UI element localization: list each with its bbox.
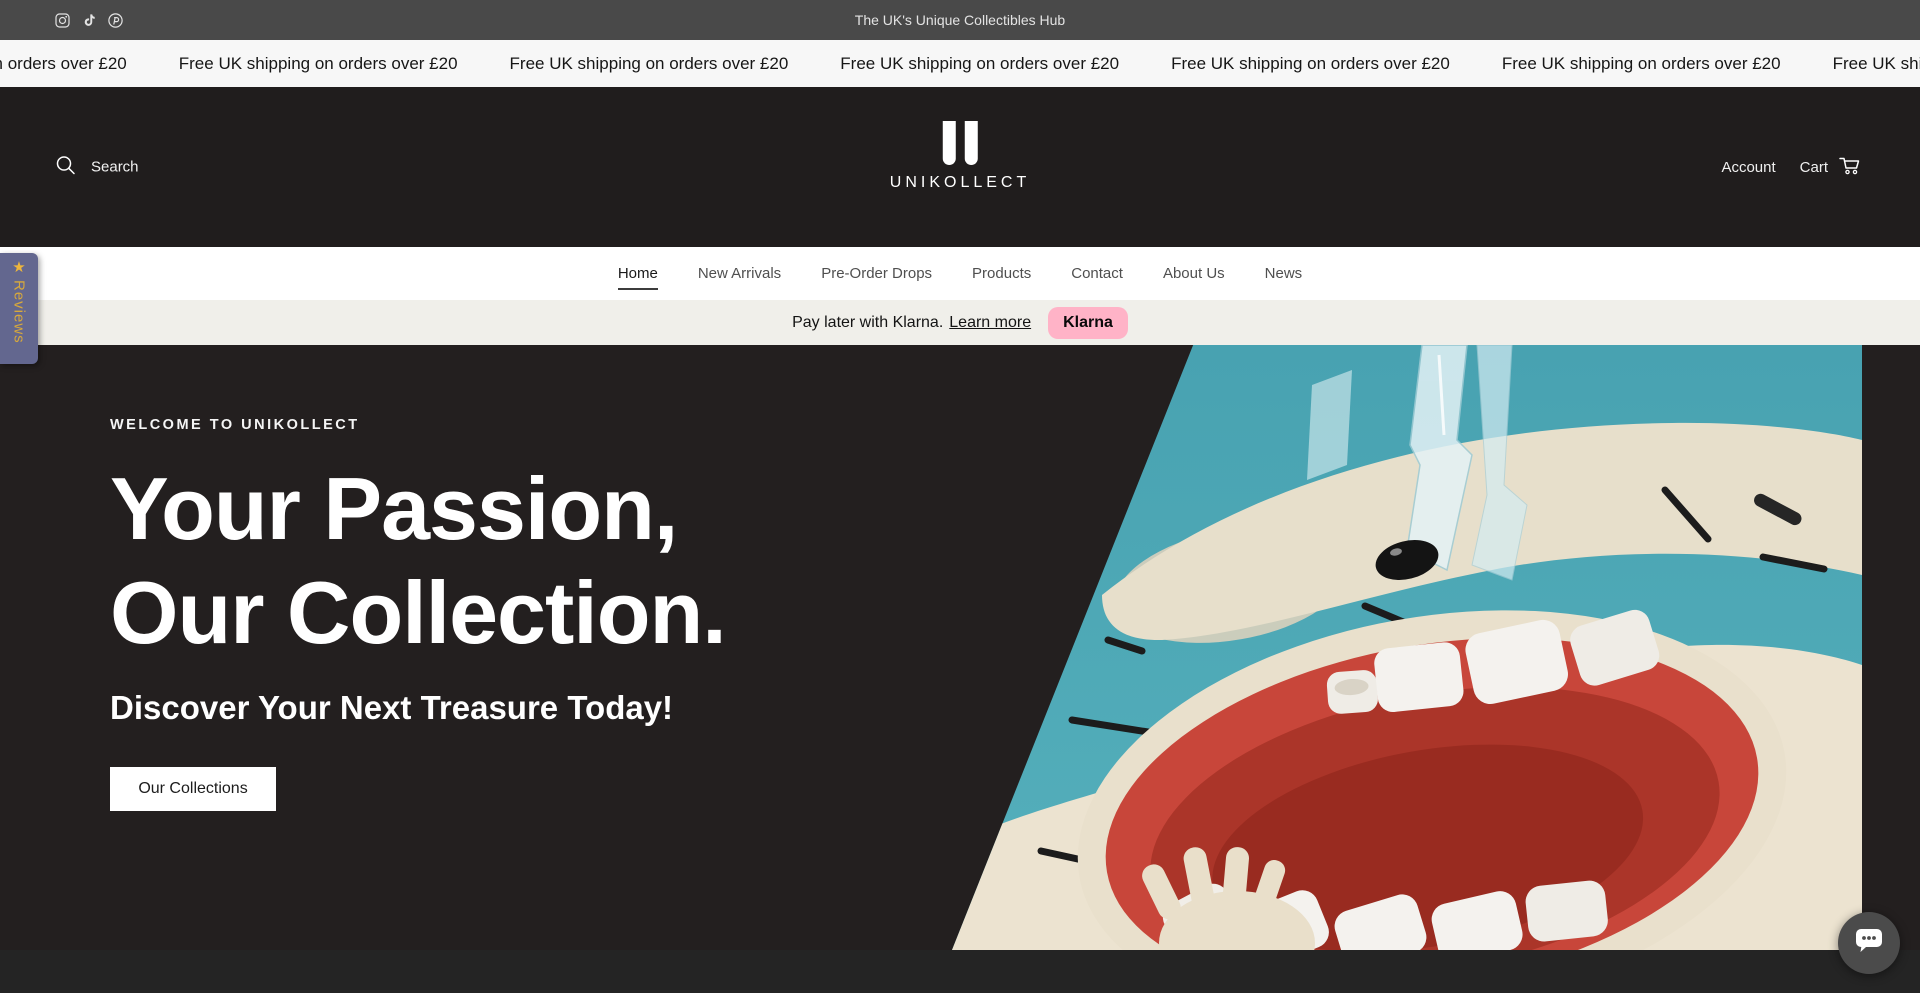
announcement-text: The UK's Unique Collectibles Hub (855, 12, 1065, 28)
instagram-icon[interactable] (55, 13, 70, 28)
announcement-bar: The UK's Unique Collectibles Hub (0, 0, 1920, 40)
collectible-toy-illustration (952, 345, 1862, 950)
primary-nav: Home New Arrivals Pre-Order Drops Produc… (0, 247, 1920, 300)
main-header: Search UNIKOLLECT Account Cart (0, 87, 1920, 247)
cart-label: Cart (1800, 159, 1828, 176)
nav-item-about-us[interactable]: About Us (1163, 247, 1225, 300)
chat-bubble-icon (1853, 926, 1885, 961)
cart-icon (1838, 154, 1862, 180)
marquee-item: Free UK shipping on orders over £20 (840, 54, 1171, 74)
chat-widget-button[interactable] (1838, 912, 1900, 974)
marquee-item: Free UK shipping on orders over £20 (1502, 54, 1833, 74)
nav-item-products[interactable]: Products (972, 247, 1031, 300)
hero-title: Your Passion, Our Collection. (110, 457, 726, 665)
shipping-marquee: Free UK shipping on orders over £20 Free… (0, 40, 1920, 87)
marquee-item: Free UK shipping on orders over £20 (1833, 54, 1920, 74)
logo-bar-left (943, 121, 956, 165)
our-collections-button[interactable]: Our Collections (110, 767, 276, 811)
hero-image (952, 345, 1862, 950)
hero-title-line2: Our Collection. (110, 561, 726, 665)
logo-bar-right (965, 121, 978, 165)
cart-link[interactable]: Cart (1800, 154, 1862, 180)
logo-wordmark: UNIKOLLECT (890, 174, 1030, 192)
header-actions: Account Cart (1721, 154, 1862, 180)
marquee-track: Free UK shipping on orders over £20 Free… (0, 54, 1920, 74)
search-label: Search (91, 159, 139, 176)
nav-item-home[interactable]: Home (618, 247, 658, 300)
hero-subtitle: Discover Your Next Treasure Today! (110, 689, 726, 727)
hero-eyebrow: WELCOME TO UNIKOLLECT (110, 417, 726, 433)
site-logo[interactable]: UNIKOLLECT (890, 121, 1030, 192)
klarna-badge: Klarna (1048, 307, 1128, 339)
account-link[interactable]: Account (1721, 159, 1775, 176)
search-icon (55, 155, 76, 180)
page: The UK's Unique Collectibles Hub Free UK… (0, 0, 1920, 993)
marquee-item: Free UK shipping on orders over £20 (179, 54, 510, 74)
marquee-item: Free UK shipping on orders over £20 (0, 54, 179, 74)
tiktok-icon[interactable] (82, 13, 96, 28)
reviews-tab[interactable]: ★ Reviews (0, 253, 38, 364)
klarna-learn-more-link[interactable]: Learn more (949, 314, 1031, 332)
hero-section: WELCOME TO UNIKOLLECT Your Passion, Our … (0, 345, 1920, 950)
marquee-item: Free UK shipping on orders over £20 (1171, 54, 1502, 74)
social-links (55, 0, 123, 40)
klarna-banner: Pay later with Klarna. Learn more Klarna (0, 300, 1920, 345)
hero-title-line1: Your Passion, (110, 457, 726, 561)
search-button[interactable]: Search (55, 155, 139, 180)
klarna-message: Pay later with Klarna. (792, 314, 943, 332)
nav-item-news[interactable]: News (1265, 247, 1303, 300)
logo-mark (890, 121, 1030, 165)
nav-item-pre-order-drops[interactable]: Pre-Order Drops (821, 247, 932, 300)
nav-item-contact[interactable]: Contact (1071, 247, 1123, 300)
marquee-item: Free UK shipping on orders over £20 (510, 54, 841, 74)
hero-content: WELCOME TO UNIKOLLECT Your Passion, Our … (110, 417, 726, 811)
footer-strip (0, 950, 1920, 993)
reviews-tab-label: Reviews (11, 280, 28, 344)
pinterest-icon[interactable] (108, 13, 123, 28)
nav-item-new-arrivals[interactable]: New Arrivals (698, 247, 781, 300)
star-icon: ★ (12, 260, 25, 275)
